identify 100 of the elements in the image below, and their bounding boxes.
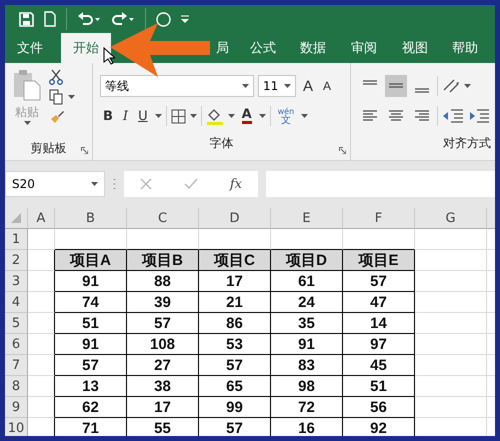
- dropdown-icon[interactable]: [68, 95, 75, 99]
- font-name-field[interactable]: 等线: [100, 75, 254, 97]
- table-cell: 91: [55, 271, 127, 292]
- grow-font-button[interactable]: A: [300, 75, 316, 97]
- table-cell: 57: [199, 418, 271, 436]
- font-color-button[interactable]: A: [238, 105, 255, 127]
- column-header[interactable]: C: [127, 208, 199, 229]
- column-header[interactable]: G: [415, 208, 487, 229]
- table-cell: 62: [55, 397, 127, 418]
- orientation-icon[interactable]: [442, 78, 460, 94]
- column-header[interactable]: E: [271, 208, 343, 229]
- customize-icon[interactable]: [181, 15, 189, 23]
- undo-icon[interactable]: [77, 12, 101, 26]
- table-cell: 53: [199, 334, 271, 355]
- shrink-font-button[interactable]: A: [320, 75, 334, 97]
- table-cell: 71: [55, 418, 127, 436]
- new-file-icon[interactable]: [44, 11, 56, 27]
- row-header[interactable]: 2: [5, 250, 28, 271]
- italic-button[interactable]: I: [120, 105, 132, 127]
- table-cell: 21: [199, 292, 271, 313]
- table-cell: 56: [343, 397, 415, 418]
- dropdown-icon[interactable]: [228, 114, 235, 118]
- ribbon-tab[interactable]: 视图: [390, 33, 440, 63]
- table-cell: 16: [271, 418, 343, 436]
- table-cell: 57: [199, 355, 271, 376]
- brush-icon[interactable]: [49, 109, 65, 125]
- row-header[interactable]: 1: [5, 229, 28, 250]
- dropdown-icon[interactable]: [24, 121, 30, 125]
- table-cell: 17: [127, 397, 199, 418]
- table-cell: 45: [343, 355, 415, 376]
- borders-icon[interactable]: [170, 108, 186, 124]
- increase-indent-icon[interactable]: [468, 108, 490, 124]
- launcher-icon[interactable]: [339, 147, 346, 154]
- check-icon[interactable]: [184, 178, 198, 190]
- table-cell: 47: [343, 292, 415, 313]
- header-cell: 项目C: [199, 250, 271, 271]
- align-icon[interactable]: [385, 75, 407, 97]
- name-box[interactable]: S20: [5, 171, 105, 197]
- table-cell: 14: [343, 313, 415, 334]
- circle-icon[interactable]: [156, 12, 171, 26]
- decrease-indent-icon[interactable]: [442, 108, 464, 124]
- group-label: 剪贴板: [30, 140, 66, 156]
- table-cell: 91: [55, 334, 127, 355]
- group-label: 字体: [210, 134, 234, 152]
- font-size-field[interactable]: 11: [258, 75, 296, 97]
- underline-button[interactable]: U: [135, 105, 151, 127]
- header-cell: 项目B: [127, 250, 199, 271]
- row-header[interactable]: 6: [5, 334, 28, 355]
- dropdown-icon[interactable]: [258, 114, 266, 118]
- redo-icon[interactable]: [111, 12, 135, 26]
- ribbon-tab[interactable]: 审阅: [338, 33, 390, 63]
- table-cell: 51: [55, 313, 127, 334]
- column-header[interactable]: B: [55, 208, 127, 229]
- copy-icon[interactable]: [49, 89, 64, 105]
- table-cell: 72: [271, 397, 343, 418]
- dropdown-icon[interactable]: [242, 84, 249, 88]
- ribbon-tab[interactable]: 文件: [5, 33, 55, 63]
- ribbon-tab[interactable]: 局: [207, 33, 238, 63]
- row-header[interactable]: 7: [5, 355, 28, 376]
- row-header[interactable]: 8: [5, 376, 28, 397]
- dropdown-icon[interactable]: [154, 114, 162, 118]
- table-cell: 65: [199, 376, 271, 397]
- formula-field[interactable]: [266, 171, 495, 197]
- dropdown-icon[interactable]: [464, 84, 471, 88]
- bold-button[interactable]: B: [100, 105, 116, 127]
- table-cell: 17: [199, 271, 271, 292]
- paint-bucket-icon[interactable]: [206, 108, 224, 124]
- column-header[interactable]: A: [28, 208, 55, 229]
- table-cell: 92: [343, 418, 415, 436]
- row-header[interactable]: 4: [5, 292, 28, 313]
- row-header[interactable]: 9: [5, 397, 28, 418]
- save-icon[interactable]: [19, 12, 34, 26]
- ribbon-tab[interactable]: 数据: [288, 33, 338, 63]
- ribbon-tab[interactable]: 开始: [61, 33, 111, 63]
- group-label: 对齐方式: [443, 134, 492, 152]
- table-cell: 24: [271, 292, 343, 313]
- row-header[interactable]: 5: [5, 313, 28, 334]
- ribbon-tab[interactable]: 帮助: [440, 33, 490, 63]
- table-cell: 74: [55, 292, 127, 313]
- table-cell: 86: [199, 313, 271, 334]
- header-cell: 项目D: [271, 250, 343, 271]
- table-cell: 57: [343, 271, 415, 292]
- scissors-icon[interactable]: [49, 69, 63, 85]
- row-header[interactable]: 3: [5, 271, 28, 292]
- table-cell: 27: [127, 355, 199, 376]
- table-cell: 83: [271, 355, 343, 376]
- insert-function-button[interactable]: fx: [230, 176, 242, 192]
- column-header[interactable]: F: [343, 208, 415, 229]
- column-header[interactable]: D: [199, 208, 271, 229]
- phonetic-button[interactable]: wén 文: [274, 105, 298, 127]
- row-header[interactable]: 10: [5, 418, 28, 436]
- table-cell: 55: [127, 418, 199, 436]
- launcher-icon[interactable]: [81, 147, 88, 154]
- dropdown-icon[interactable]: [284, 84, 291, 88]
- dropdown-icon[interactable]: [301, 114, 308, 118]
- ribbon-tab[interactable]: 公式: [238, 33, 288, 63]
- table-cell: 13: [55, 376, 127, 397]
- dropdown-icon[interactable]: [91, 182, 98, 186]
- table-cell: 51: [343, 376, 415, 397]
- dropdown-icon[interactable]: [190, 114, 197, 118]
